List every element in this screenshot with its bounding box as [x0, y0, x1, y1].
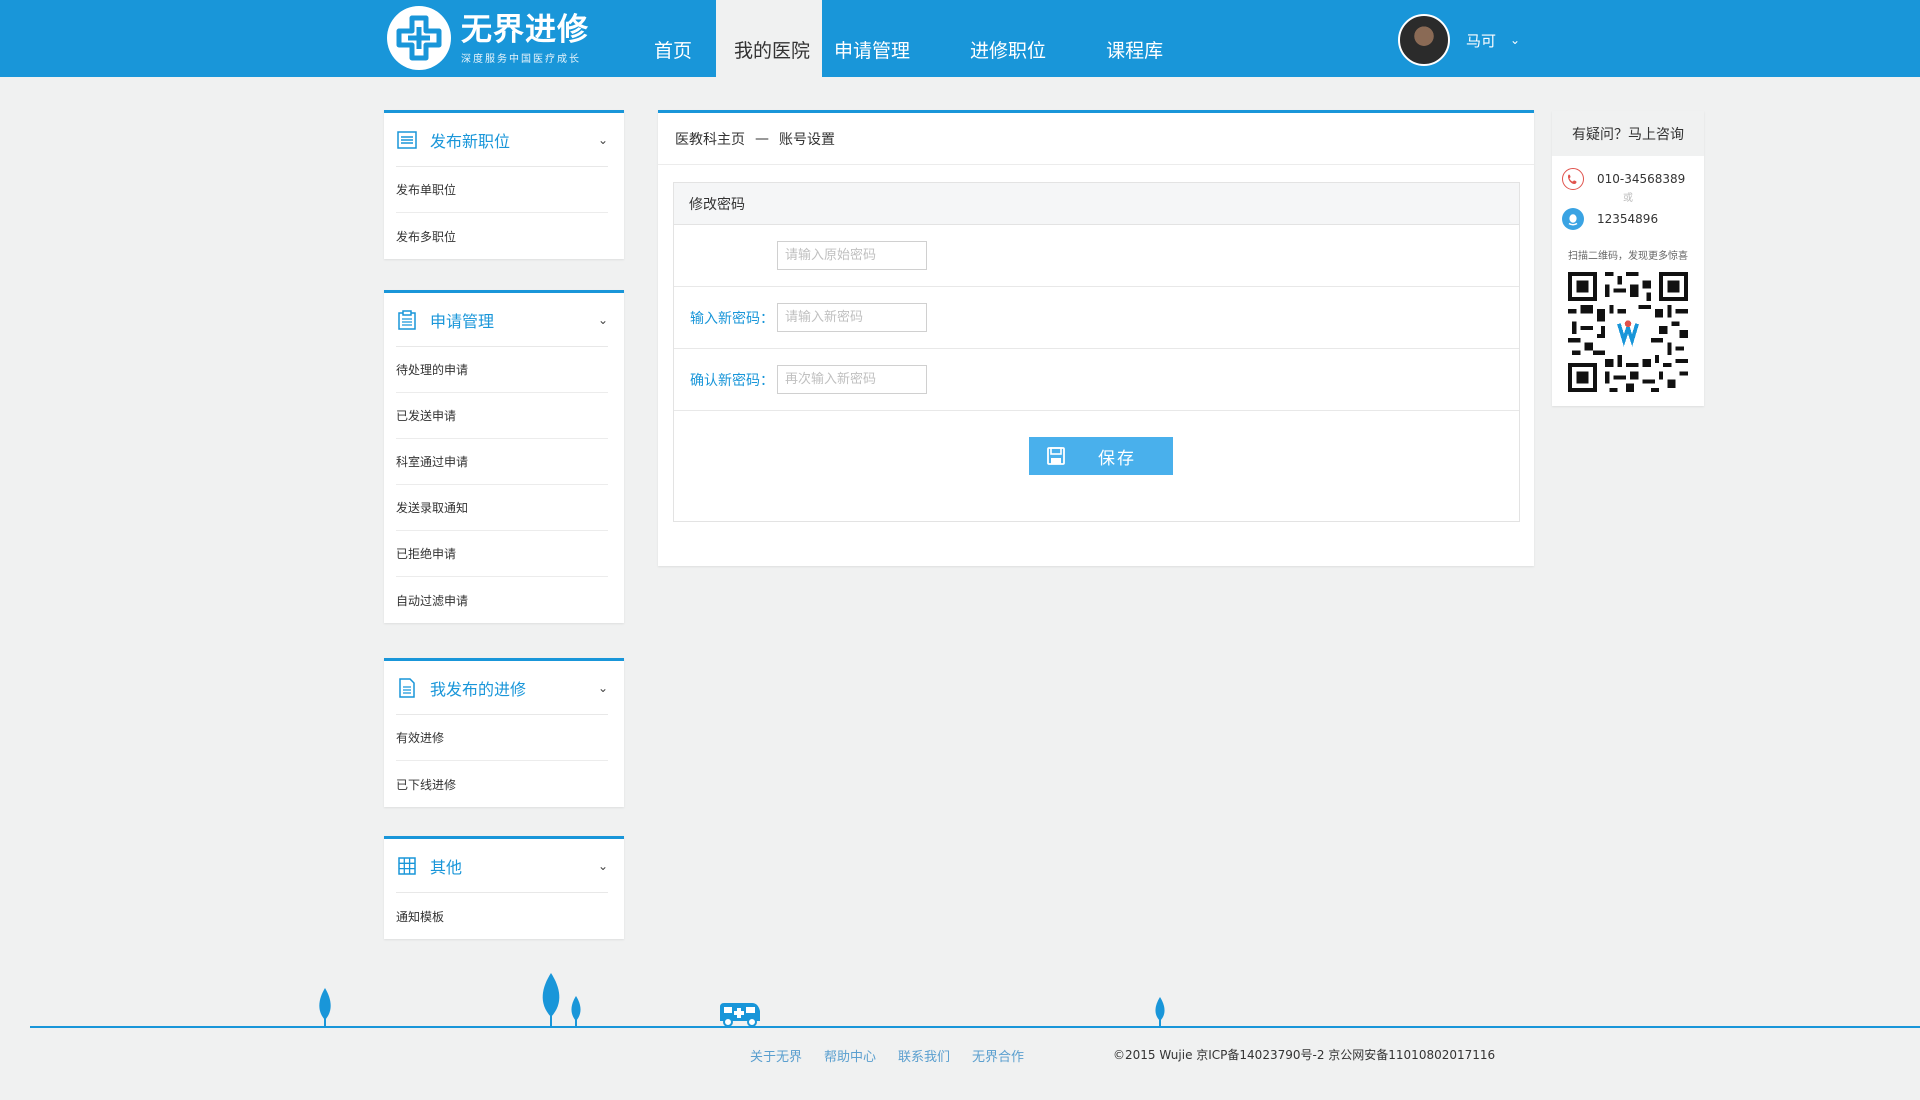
account-settings-card: 医教科主页 — 账号设置 修改密码 输入新密码： 确认新密码： 保存 [658, 110, 1534, 566]
chevron-down-icon[interactable]: ⌄ [1510, 33, 1520, 47]
logo[interactable]: 无界进修 深度服务中国医疗成长 [387, 6, 589, 70]
sidebar-item-dept-approved[interactable]: 科室通过申请 [396, 439, 608, 485]
qr-code[interactable] [1568, 272, 1688, 392]
floppy-disk-icon [1046, 446, 1066, 466]
qq-line: 12354896 [1562, 207, 1704, 231]
sidebar-section-applications: 申请管理 ⌄ 待处理的申请 已发送申请 科室通过申请 发送录取通知 已拒绝申请 … [384, 290, 624, 623]
form-row: 输入新密码： [674, 287, 1519, 349]
user-name[interactable]: 马可 [1466, 30, 1496, 51]
sidebar-section-header[interactable]: 发布新职位 ⌄ [396, 113, 608, 167]
footer-link-help[interactable]: 帮助中心 [824, 1046, 876, 1065]
phone-line: 010-34568389 [1562, 167, 1704, 191]
save-button-label: 保存 [1098, 448, 1136, 468]
list-icon [396, 129, 418, 151]
qq-number: 12354896 [1597, 212, 1659, 226]
old-password-input[interactable] [777, 241, 927, 270]
form-row [674, 225, 1519, 287]
help-title: 有疑问？马上咨询 [1552, 111, 1704, 156]
sidebar-item-post-multiple[interactable]: 发布多职位 [396, 213, 608, 259]
main-nav: 首页 我的医院 申请管理 进修职位 课程库 [630, 0, 1193, 77]
sidebar-section-title: 其他 [430, 857, 463, 877]
chevron-down-icon[interactable]: ⌄ [598, 133, 608, 147]
scan-text: 扫描二维码，发现更多惊喜 [1568, 251, 1688, 262]
user-menu[interactable]: 马可 ⌄ [1398, 14, 1520, 66]
tree-icon [319, 988, 331, 1026]
field-label: 输入新密码： [690, 310, 774, 327]
sidebar-section-header[interactable]: 我发布的进修 ⌄ [396, 661, 608, 715]
sidebar-item-post-single[interactable]: 发布单职位 [396, 167, 608, 213]
tree-icon [571, 996, 581, 1026]
logo-subtitle: 深度服务中国医疗成长 [461, 53, 581, 65]
change-password-panel: 修改密码 输入新密码： 确认新密码： 保存 [673, 182, 1520, 522]
nav-my-hospital[interactable]: 我的医院 [716, 0, 823, 77]
sidebar-item-sent[interactable]: 已发送申请 [396, 393, 608, 439]
sidebar-item-auto-filtered[interactable]: 自动过滤申请 [396, 577, 608, 623]
sidebar-item-active[interactable]: 有效进修 [396, 715, 608, 761]
footer-links: 关于无界 帮助中心 联系我们 无界合作 [750, 1046, 1046, 1065]
document-icon [396, 677, 418, 699]
sidebar-item-rejected[interactable]: 已拒绝申请 [396, 531, 608, 577]
breadcrumb: 医教科主页 — 账号设置 [658, 113, 1534, 165]
breadcrumb-current: 账号设置 [779, 131, 835, 148]
sidebar-section-header[interactable]: 申请管理 ⌄ [396, 293, 608, 347]
sidebar-item-pending[interactable]: 待处理的申请 [396, 347, 608, 393]
tree-icon [1155, 997, 1165, 1026]
grid-icon [396, 855, 418, 877]
nav-application-management[interactable]: 申请管理 [822, 0, 940, 77]
sidebar-item-notice-template[interactable]: 通知模板 [396, 893, 608, 939]
sidebar-item-offline[interactable]: 已下线进修 [396, 761, 608, 807]
phone-number: 010-34568389 [1597, 172, 1686, 186]
sidebar-section-post-position: 发布新职位 ⌄ 发布单职位 发布多职位 [384, 110, 624, 259]
chevron-down-icon[interactable]: ⌄ [598, 313, 608, 327]
form-row: 确认新密码： [674, 349, 1519, 411]
logo-cross-icon [387, 6, 451, 70]
sidebar-section-title: 我发布的进修 [430, 679, 527, 699]
sidebar-section-header[interactable]: 其他 ⌄ [396, 839, 608, 893]
clipboard-icon [396, 309, 418, 331]
ambulance-icon [720, 1003, 760, 1027]
breadcrumb-separator: — [755, 130, 769, 147]
chevron-down-icon[interactable]: ⌄ [598, 859, 608, 873]
breadcrumb-home[interactable]: 医教科主页 [675, 129, 745, 149]
logo-title: 无界进修 [461, 11, 589, 48]
sidebar-item-send-admission[interactable]: 发送录取通知 [396, 485, 608, 531]
field-label: 确认新密码： [690, 372, 774, 389]
nav-home[interactable]: 首页 [630, 0, 716, 77]
sidebar-section-other: 其他 ⌄ 通知模板 [384, 836, 624, 939]
copyright-text: ©2015 Wujie 京ICP备14023790号-2 京公网安备110108… [1113, 1048, 1496, 1062]
confirm-password-input[interactable] [777, 365, 927, 394]
save-button[interactable]: 保存 [1029, 437, 1173, 475]
footer-link-about[interactable]: 关于无界 [750, 1046, 802, 1065]
sidebar-section-my-programs: 我发布的进修 ⌄ 有效进修 已下线进修 [384, 658, 624, 807]
or-text: 或 [1623, 193, 1633, 204]
chevron-down-icon[interactable]: ⌄ [598, 681, 608, 695]
help-widget: 有疑问？马上咨询 010-34568389 或 12354896 扫描二维码，发… [1552, 111, 1704, 406]
new-password-input[interactable] [777, 303, 927, 332]
sidebar-section-title: 发布新职位 [430, 131, 511, 151]
footer-link-cooperation[interactable]: 无界合作 [972, 1046, 1024, 1065]
nav-course-library[interactable]: 课程库 [1076, 0, 1193, 77]
tree-icon [542, 973, 560, 1026]
panel-title: 修改密码 [674, 183, 1519, 225]
top-navbar: 无界进修 深度服务中国医疗成长 首页 我的医院 申请管理 进修职位 课程库 马可… [0, 0, 1920, 77]
phone-icon [1562, 168, 1584, 190]
footer-link-contact[interactable]: 联系我们 [898, 1046, 950, 1065]
footer-ground-line [30, 1026, 1920, 1028]
avatar[interactable] [1398, 14, 1450, 66]
nav-positions[interactable]: 进修职位 [940, 0, 1076, 77]
sidebar-section-title: 申请管理 [430, 311, 495, 331]
qq-icon [1562, 208, 1584, 230]
